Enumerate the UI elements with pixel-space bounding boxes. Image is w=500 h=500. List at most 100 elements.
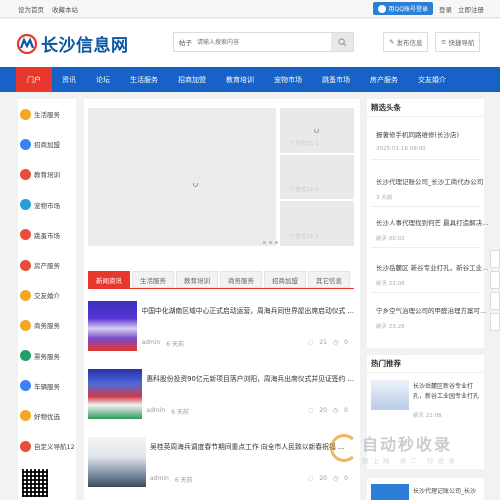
nav-item-pets[interactable]: 宠物市场 (264, 67, 312, 92)
sidebar-item[interactable]: 车辆服务 (18, 371, 76, 401)
news-tabs: 新闻资讯 生活服务 教育培训 商务服务 招商加盟 其它信息 (88, 271, 350, 288)
back-to-top-button[interactable] (490, 313, 500, 331)
site-logo[interactable]: 长沙信息网 (16, 31, 129, 56)
sidebar-item[interactable]: 教育培训 (18, 159, 76, 189)
bottom-panel: 长沙代理记账公司_长沙 (367, 478, 484, 500)
sidebar-item[interactable]: 房产服务 (18, 250, 76, 280)
login-link[interactable]: 登录 (439, 4, 452, 14)
tab-news[interactable]: 新闻资讯 (88, 271, 130, 288)
sidebar-item-label: 跳蚤市场 (34, 231, 60, 240)
float-tool-button[interactable] (490, 271, 500, 289)
post-info-button[interactable]: ✎ 发布信息 (383, 32, 429, 52)
sidebar-item[interactable]: 生活服务 (18, 99, 76, 129)
news-time: 6 天前 (171, 409, 189, 416)
news-item[interactable]: 中国中化湖南区域中心正式启动运营，周海兵同世界屋出席启动仪式 ... admin… (88, 301, 354, 363)
nav-item-portal[interactable]: 门户 (16, 67, 52, 92)
qr-code-image (22, 469, 48, 497)
search-scope-label[interactable]: 帖子 (174, 37, 197, 47)
category-icon (20, 440, 31, 452)
sidebar-item-label: 房产服务 (34, 262, 60, 271)
news-author[interactable]: admin (141, 339, 160, 348)
sidebar-item-label: 票务服务 (34, 352, 60, 361)
slider-dot[interactable] (269, 241, 272, 244)
site-header: 长沙信息网 帖子 ✎ 发布信息 ≡ 快捷导航 (0, 19, 500, 67)
headline-link[interactable]: 长沙人事代理找到何芒 最具打造解决... (376, 217, 488, 227)
hot-title[interactable]: 长沙岳麓区新谷专业打孔，新谷工业园专业打孔 (413, 382, 481, 402)
news-author[interactable]: admin (146, 407, 165, 416)
headline-link[interactable]: 报著修手机同路维修(长沙店) (376, 129, 459, 139)
watermark-subtitle: 数 上 网 · 来 二 · 秒 收 录 (362, 457, 456, 465)
edit-icon: ✎ (389, 38, 395, 46)
news-thumbnail[interactable] (88, 437, 146, 487)
slider-dot[interactable] (275, 241, 278, 244)
nav-item-dating[interactable]: 交友婚介 (408, 67, 456, 92)
view-icon: ◷ (332, 407, 339, 414)
news-thumbnail[interactable] (88, 369, 143, 419)
headline-time: 2025-01-16 09:00 (376, 146, 426, 152)
quick-nav-button[interactable]: ≡ 快捷导航 (435, 32, 481, 52)
nav-item-flea-market[interactable]: 跳蚤市场 (312, 67, 360, 92)
news-title[interactable]: 惠科股份投资90亿元新项目落户浏阳，周海兵出席仪式并见证签约 ... (146, 373, 354, 383)
ad-thumbnail-caption: 广告位11-1 (290, 140, 319, 147)
sidebar-item-label: 宠物市场 (34, 201, 60, 210)
news-item[interactable]: 惠科股份投资90亿元新项目落户浏阳，周海兵出席仪式并见证签约 ... admin… (88, 369, 354, 431)
tab-other[interactable]: 其它信息 (308, 271, 350, 288)
sidebar-item[interactable]: 商务服务 (18, 310, 76, 340)
nav-item-forum[interactable]: 论坛 (86, 67, 120, 92)
set-homepage-link[interactable]: 设为首页 (18, 4, 44, 14)
nav-item-franchise[interactable]: 招商加盟 (168, 67, 216, 92)
sidebar-item[interactable]: 跳蚤市场 (18, 220, 76, 250)
main-content: 广告位11-1 广告位11-1 广告位11-1 新闻资讯 生活服务 教育培训 商… (84, 99, 360, 500)
sidebar-item-label: 教育培训 (34, 171, 60, 180)
headline-time: 前天 22:08 (376, 281, 405, 287)
news-item[interactable]: 吴桂英周海兵调度春节期间重点工作 向全市人民致以新春祝福 ... admin 6… (88, 437, 354, 499)
loading-spinner-icon (314, 128, 319, 133)
news-view-count: 0 (344, 339, 348, 346)
bookmark-link[interactable]: 收藏本站 (52, 4, 78, 14)
top-utility-bar: 设为首页 收藏本站 用QQ账号登录 登录 立即注册 (0, 0, 500, 18)
nav-item-education[interactable]: 教育培训 (216, 67, 264, 92)
sidebar-item[interactable]: 自定义导航12 (18, 431, 76, 461)
ad-thumbnail[interactable]: 广告位11-1 (280, 201, 354, 247)
news-comment-count: 21 (319, 339, 327, 346)
headline-link[interactable]: 长沙岳麓区 新谷专业打孔，新谷工业... (376, 262, 488, 272)
comment-icon: ◌ (308, 339, 314, 346)
slider-dot[interactable] (263, 241, 266, 244)
hot-time: 前天 22:08 (413, 413, 442, 419)
category-icon (20, 138, 31, 150)
news-title[interactable]: 中国中化湖南区域中心正式启动运营，周海兵同世界屋出席启动仪式 ... (141, 305, 354, 315)
sidebar-item[interactable]: 好物优选 (18, 401, 76, 431)
image-slider[interactable] (88, 108, 290, 246)
tab-education[interactable]: 教育培训 (176, 271, 218, 288)
hot-thumbnail[interactable] (371, 380, 409, 410)
sidebar-item[interactable]: 招商加盟 (18, 129, 76, 159)
bottom-thumbnail[interactable] (371, 484, 409, 500)
tab-business[interactable]: 商务服务 (220, 271, 262, 288)
nav-item-real-estate[interactable]: 房产服务 (360, 67, 408, 92)
register-link[interactable]: 立即注册 (458, 4, 484, 14)
headline-link[interactable]: 长沙代理记账公司_长沙工商代办公司 (376, 176, 483, 186)
tab-life-services[interactable]: 生活服务 (132, 271, 174, 288)
search-button[interactable] (331, 33, 353, 51)
headlines-panel: 精选头条 报著修手机同路维修(长沙店) 2025-01-16 09:00 长沙代… (367, 99, 488, 348)
ad-thumbnail[interactable]: 广告位11-1 (280, 108, 354, 153)
sidebar-item[interactable]: 宠物市场 (18, 190, 76, 220)
sidebar-item[interactable]: 票务服务 (18, 341, 76, 371)
ad-thumbnail[interactable]: 广告位11-1 (280, 154, 354, 200)
category-icon (20, 410, 31, 422)
tab-franchise[interactable]: 招商加盟 (264, 271, 306, 288)
news-title[interactable]: 吴桂英周海兵调度春节期间重点工作 向全市人民致以新春祝福 ... (150, 441, 354, 451)
nav-item-news[interactable]: 资讯 (52, 67, 86, 92)
search-input[interactable] (197, 33, 331, 51)
float-tool-button[interactable] (490, 292, 500, 310)
float-tool-button[interactable] (490, 250, 500, 268)
news-author[interactable]: admin (150, 475, 169, 484)
bottom-link[interactable]: 长沙代理记账公司_长沙 (413, 486, 476, 495)
headline-link[interactable]: 宁乡空气治理公司的甲醛治理方案可... (376, 305, 486, 315)
comment-icon: ◌ (308, 475, 314, 482)
sidebar-item-label: 自定义导航12 (34, 443, 75, 452)
qq-login-button[interactable]: 用QQ账号登录 (372, 2, 433, 15)
news-thumbnail[interactable] (88, 301, 138, 351)
nav-item-life-services[interactable]: 生活服务 (120, 67, 168, 92)
sidebar-item[interactable]: 交友婚介 (18, 280, 76, 310)
